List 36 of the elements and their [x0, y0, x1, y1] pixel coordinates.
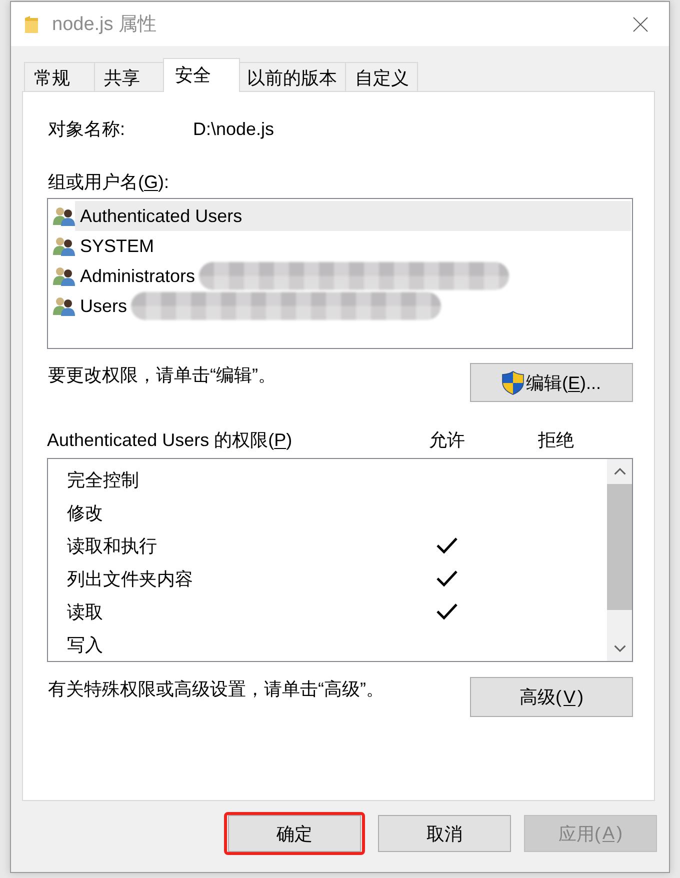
users-group-icon	[53, 236, 75, 256]
shield-icon	[502, 370, 524, 394]
permission-name: 完全控制	[67, 468, 139, 492]
tab[interactable]: 自定义	[345, 62, 418, 91]
advanced-button[interactable]: 高级(V)	[470, 677, 633, 717]
column-header: 允许	[429, 429, 465, 452]
group-list-item[interactable]: SYSTEM	[75, 231, 631, 261]
close-icon[interactable]	[633, 16, 648, 32]
permissions-label: Authenticated Users 的权限(P)	[47, 429, 294, 452]
scroll-up-icon[interactable]	[614, 468, 626, 475]
dialog-button[interactable]: 确定	[228, 815, 361, 852]
advanced-hint-text: 有关特殊权限或高级设置，请单击“高级”。	[47, 678, 384, 701]
edit-hint-text: 要更改权限，请单击“编辑”。	[47, 364, 276, 387]
tab[interactable]: 常规	[24, 62, 95, 91]
permission-name: 列出文件夹内容	[67, 568, 193, 590]
scrollbar-thumb[interactable]	[607, 484, 632, 610]
users-group-icon	[53, 266, 75, 286]
group-list-label: 组或用户名(G):	[47, 171, 170, 194]
column-header: 拒绝	[538, 429, 574, 452]
permission-name: 读取	[67, 600, 103, 624]
tab[interactable]: 安全	[163, 58, 240, 92]
object-name-label: 对象名称:	[48, 118, 126, 141]
object-name-value: D:\node.js	[193, 118, 274, 141]
permission-name: 读取和执行	[67, 534, 157, 558]
group-list-item[interactable]: Administrators	[75, 261, 631, 291]
permission-name: 写入	[67, 634, 103, 656]
dialog-button[interactable]: 取消	[378, 815, 511, 852]
group-list-item[interactable]: Authenticated Users	[75, 201, 631, 231]
edit-button[interactable]: 编辑(E)...	[470, 363, 633, 402]
users-group-icon	[53, 206, 75, 226]
group-list-item[interactable]: Users	[75, 291, 631, 321]
folder-icon	[25, 16, 38, 32]
users-group-icon	[53, 296, 75, 316]
window-title: node.js 属性	[52, 13, 157, 37]
permission-name: 修改	[67, 502, 103, 524]
scroll-down-icon[interactable]	[614, 645, 626, 652]
